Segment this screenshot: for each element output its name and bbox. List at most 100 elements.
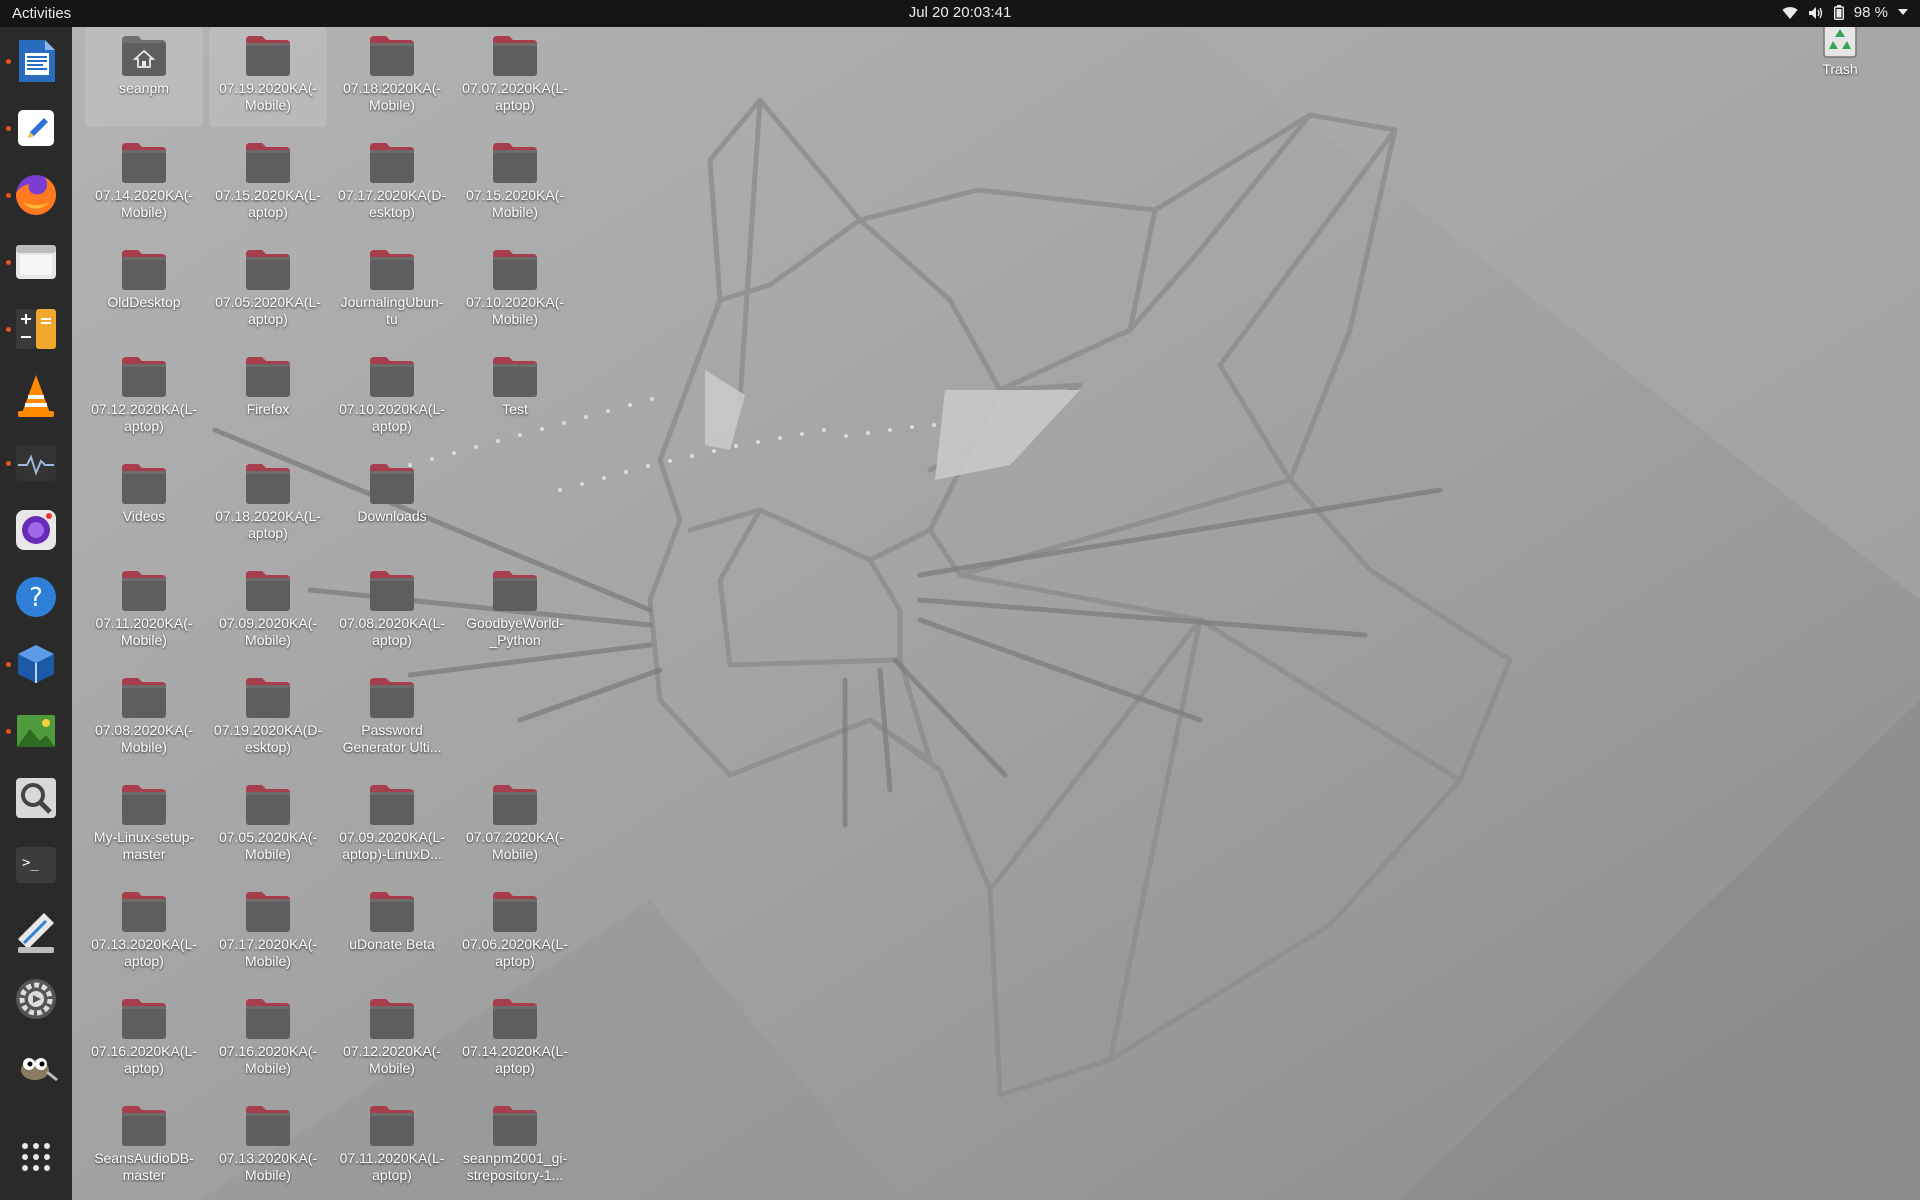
disk-image-icon (18, 913, 54, 953)
desktop-folder[interactable]: 07.17.2020KA(-Mobile) (209, 883, 327, 983)
folder-icon (370, 678, 414, 718)
running-indicator (6, 260, 11, 265)
desktop-folder[interactable]: 07.05.2020KA(-Mobile) (209, 776, 327, 876)
dock-item-gimp[interactable] (8, 1038, 64, 1094)
dock-item-writer[interactable] (6, 33, 64, 89)
desktop-folder[interactable]: seanpm2001_gi-strepository-1... (456, 1097, 574, 1197)
calculator-icon (16, 309, 56, 349)
desktop-folder[interactable]: 07.08.2020KA(L-aptop) (333, 562, 451, 662)
desktop-folder[interactable]: Firefox (209, 348, 327, 448)
folder-label: 07.17.2020KA(D-esktop) (337, 187, 447, 220)
running-indicator (6, 193, 11, 198)
desktop-folder[interactable]: 07.09.2020KA(L-aptop)-LinuxD... (333, 776, 451, 876)
desktop-area: seanpm 07.19.2020KA(-Mobile) 07.18.2020KA(… (72, 27, 1920, 1200)
firefox-icon (16, 175, 56, 215)
desktop-folder[interactable]: 07.06.2020KA(L-aptop) (456, 883, 574, 983)
folder-label: Videos (122, 508, 166, 524)
dock-item-help[interactable]: ? (8, 569, 64, 625)
activities-button[interactable]: Activities (12, 5, 71, 22)
folder-icon (370, 892, 414, 932)
dock-item-system-monitor[interactable] (6, 435, 64, 491)
dock-item-settings[interactable] (8, 971, 64, 1027)
desktop-folder[interactable]: 07.13.2020KA(-Mobile) (209, 1097, 327, 1197)
dock: ? >_ (0, 27, 72, 1200)
folder-label: OldDesktop (107, 294, 181, 310)
desktop-folder[interactable]: GoodbyeWorld-_Python (456, 562, 574, 662)
dock-item-webcam[interactable] (8, 502, 64, 558)
system-monitor-icon (16, 445, 56, 481)
folder-label: 07.10.2020KA(L-aptop) (339, 401, 445, 434)
folder-label: seanpm2001_gi-strepository-1... (462, 1150, 568, 1183)
desktop-folder[interactable]: OldDesktop (85, 241, 203, 341)
desktop-folder[interactable]: 07.16.2020KA(L-aptop) (85, 990, 203, 1090)
settings-icon (16, 979, 56, 1019)
desktop-folder[interactable]: 07.12.2020KA(-Mobile) (333, 990, 451, 1090)
desktop-folder[interactable]: 07.11.2020KA(-Mobile) (85, 562, 203, 662)
folder-icon (122, 785, 166, 825)
desktop-folder[interactable]: 07.16.2020KA(-Mobile) (209, 990, 327, 1090)
folder-label: My-Linux-setup-master (93, 829, 195, 862)
cheese-webcam-icon (16, 510, 56, 550)
desktop-folder[interactable]: Downloads (333, 455, 451, 555)
folder-label: seanpm (119, 80, 169, 96)
desktop-folder[interactable]: 07.19.2020KA(D-esktop) (209, 669, 327, 769)
folder-icon (246, 999, 290, 1039)
home-folder-icon (122, 36, 166, 76)
desktop-folder[interactable]: 07.07.2020KA(-Mobile) (456, 776, 574, 876)
desktop-folder[interactable]: 07.14.2020KA(-Mobile) (85, 134, 203, 234)
folder-label: Firefox (246, 401, 290, 417)
desktop-folder[interactable]: Videos (85, 455, 203, 555)
desktop-folder[interactable]: 07.10.2020KA(L-aptop) (333, 348, 451, 448)
folder-label: Password Generator Ulti... (342, 722, 442, 755)
desktop-folder[interactable]: JournalingUbun-tu (333, 241, 451, 341)
folder-label: 07.09.2020KA(-Mobile) (218, 615, 318, 648)
desktop-folder[interactable]: 07.15.2020KA(-Mobile) (456, 134, 574, 234)
desktop-folder[interactable]: 07.09.2020KA(-Mobile) (209, 562, 327, 662)
desktop-folder[interactable]: 07.14.2020KA(L-aptop) (456, 990, 574, 1090)
desktop-folder[interactable]: 07.07.2020KA(L-aptop) (456, 27, 574, 127)
clock[interactable]: Jul 20 20:03:41 (909, 4, 1012, 21)
desktop-folder[interactable]: 07.08.2020KA(-Mobile) (85, 669, 203, 769)
desktop-folder[interactable]: Test (456, 348, 574, 448)
desktop-folder[interactable]: My-Linux-setup-master (85, 776, 203, 876)
dock-item-vlc[interactable] (8, 368, 64, 424)
svg-text:?: ? (29, 583, 43, 613)
dock-item-image-viewer[interactable] (6, 703, 64, 759)
desktop-folder[interactable]: 07.10.2020KA(-Mobile) (456, 241, 574, 341)
folder-label: 07.11.2020KA(-Mobile) (95, 615, 193, 648)
folder-icon (493, 143, 537, 183)
desktop-folder[interactable]: uDonate Beta (333, 883, 451, 983)
dock-item-search[interactable] (8, 770, 64, 826)
dock-item-files[interactable] (6, 234, 64, 290)
desktop-folder[interactable]: SeansAudioDB-master (85, 1097, 203, 1197)
desktop-folder[interactable]: 07.12.2020KA(L-aptop) (85, 348, 203, 448)
desktop-folder[interactable]: 07.17.2020KA(D-esktop) (333, 134, 451, 234)
folder-icon (246, 678, 290, 718)
desktop-folder[interactable]: 07.19.2020KA(-Mobile) (209, 27, 327, 127)
folder-icon (122, 464, 166, 504)
image-viewer-icon (17, 715, 55, 747)
running-indicator (6, 461, 11, 466)
desktop-folder[interactable]: 07.18.2020KA(L-aptop) (209, 455, 327, 555)
show-applications-button[interactable] (8, 1129, 64, 1185)
desktop-folder[interactable]: 07.13.2020KA(L-aptop) (85, 883, 203, 983)
dock-item-disk-image[interactable] (8, 904, 64, 960)
dock-item-terminal[interactable]: >_ (8, 837, 64, 893)
desktop-folder[interactable]: 07.11.2020KA(L-aptop) (333, 1097, 451, 1197)
dock-item-firefox[interactable] (6, 167, 64, 223)
system-tray[interactable]: 98 % (1782, 4, 1908, 21)
desktop-folder[interactable]: 07.15.2020KA(L-aptop) (209, 134, 327, 234)
dock-item-text-editor[interactable] (6, 100, 64, 156)
system-menu-arrow-icon[interactable] (1898, 9, 1908, 16)
desktop-folder[interactable]: 07.18.2020KA(-Mobile) (333, 27, 451, 127)
folder-icon (246, 36, 290, 76)
libreoffice-writer-icon (19, 40, 55, 82)
dock-item-calculator[interactable] (6, 301, 64, 357)
dock-item-virtualbox[interactable] (6, 636, 64, 692)
folder-label: 07.19.2020KA(-Mobile) (218, 80, 318, 113)
folder-label: 07.15.2020KA(-Mobile) (465, 187, 565, 220)
desktop-folder[interactable]: 07.05.2020KA(L-aptop) (209, 241, 327, 341)
desktop-home-folder[interactable]: seanpm (85, 27, 203, 127)
desktop-folder[interactable]: Password Generator Ulti... (333, 669, 451, 769)
folder-icon (493, 36, 537, 76)
